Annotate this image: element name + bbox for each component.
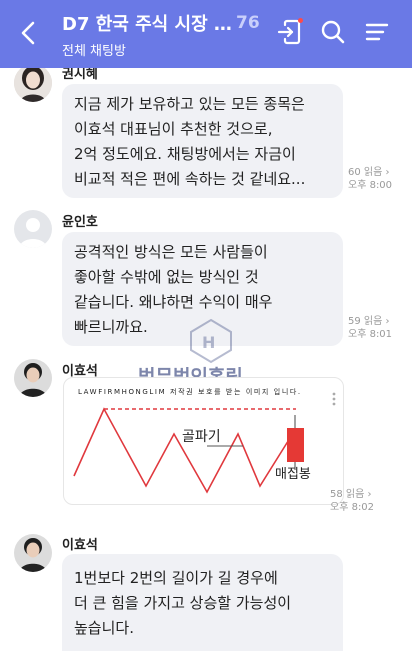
chat-area[interactable]: 권시혜 지금 제가 보유하고 있는 모든 종목은 이효석 대표님이 추천한 것으…: [0, 68, 412, 651]
image-message[interactable]: LAWFIRMHONGLIM 저작권 보호를 받는 이미지 입니다. 골파기 매…: [63, 377, 344, 505]
message-bubble[interactable]: 1번보다 2번의 길이가 길 경우에 더 큰 힘을 가지고 상승할 가능성이 높…: [62, 554, 343, 651]
exit-button[interactable]: [275, 17, 305, 47]
chart-label-main: 골파기: [182, 429, 221, 445]
profile-photo-icon: [14, 68, 52, 102]
chart-label-candle: 매집봉: [275, 467, 311, 482]
profile-photo-icon: [14, 359, 52, 397]
message-line: 비교적 적은 편에 속하는 것 같네요...: [74, 170, 306, 188]
chat-title: D7 한국 주식 시장 전...: [62, 14, 232, 35]
back-button[interactable]: [14, 18, 42, 48]
member-count: 76: [236, 13, 260, 33]
message-line: 2억 정도에요. 채팅방에서는 자금이: [74, 145, 296, 163]
read-count[interactable]: 60 읽음 ›: [348, 166, 392, 179]
chat-title-area[interactable]: D7 한국 주식 시장 전...76 전체 채팅방: [62, 10, 262, 59]
chevron-right-icon: ›: [385, 167, 390, 178]
message-line: 빠르니까요.: [74, 318, 148, 336]
message-bubble[interactable]: 공격적인 방식은 모든 사람들이 좋아할 수밖에 없는 방식인 것 같습니다. …: [62, 232, 343, 346]
chat-subtitle: 전체 채팅방: [62, 44, 126, 59]
avatar[interactable]: [14, 210, 52, 248]
chevron-right-icon: ›: [367, 489, 372, 500]
menu-button[interactable]: [362, 17, 392, 47]
message-meta: 59 읽음 › 오후 8:01: [348, 315, 392, 341]
message-meta: 60 읽음 › 오후 8:00: [348, 166, 392, 192]
sender-name: 윤인호: [62, 215, 98, 230]
message-meta: 58 읽음 › 오후 8:02: [330, 488, 374, 514]
search-icon: [321, 20, 345, 44]
menu-icon: [365, 23, 389, 41]
avatar[interactable]: [14, 359, 52, 397]
message-line: 좋아할 수밖에 없는 방식인 것: [74, 268, 259, 286]
avatar[interactable]: [14, 534, 52, 572]
sender-name: 권시혜: [62, 68, 98, 82]
notification-dot: [298, 18, 303, 23]
message-time: 오후 8:00: [348, 180, 393, 191]
message-line: 같습니다. 왜냐하면 수익이 매우: [74, 293, 273, 311]
chevron-left-icon: [21, 21, 35, 45]
default-avatar-icon: [14, 210, 52, 248]
message-bubble[interactable]: 지금 제가 보유하고 있는 모든 종목은 이효석 대표님이 추천한 것으로, 2…: [62, 84, 343, 198]
sender-name: 이효석: [62, 538, 98, 553]
message-line: 지금 제가 보유하고 있는 모든 종목은: [74, 95, 305, 113]
profile-photo-icon: [14, 534, 52, 572]
message-time: 오후 8:01: [348, 329, 393, 340]
read-count[interactable]: 58 읽음 ›: [330, 488, 374, 501]
avatar[interactable]: [14, 68, 52, 102]
message-time: 오후 8:02: [330, 502, 375, 513]
message-line: 더 큰 힘을 가지고 상승할 가능성이: [74, 594, 292, 612]
read-count[interactable]: 59 읽음 ›: [348, 315, 392, 328]
message-line: 높습니다.: [74, 619, 134, 637]
chevron-right-icon: ›: [385, 316, 390, 327]
message-line: 이효석 대표님이 추천한 것으로,: [74, 120, 273, 138]
search-button[interactable]: [318, 17, 348, 47]
message-line: 공격적인 방식은 모든 사람들이: [74, 243, 268, 261]
message-line: 1번보다 2번의 길이가 길 경우에: [74, 569, 278, 587]
chat-header: D7 한국 주식 시장 전...76 전체 채팅방: [0, 0, 412, 68]
